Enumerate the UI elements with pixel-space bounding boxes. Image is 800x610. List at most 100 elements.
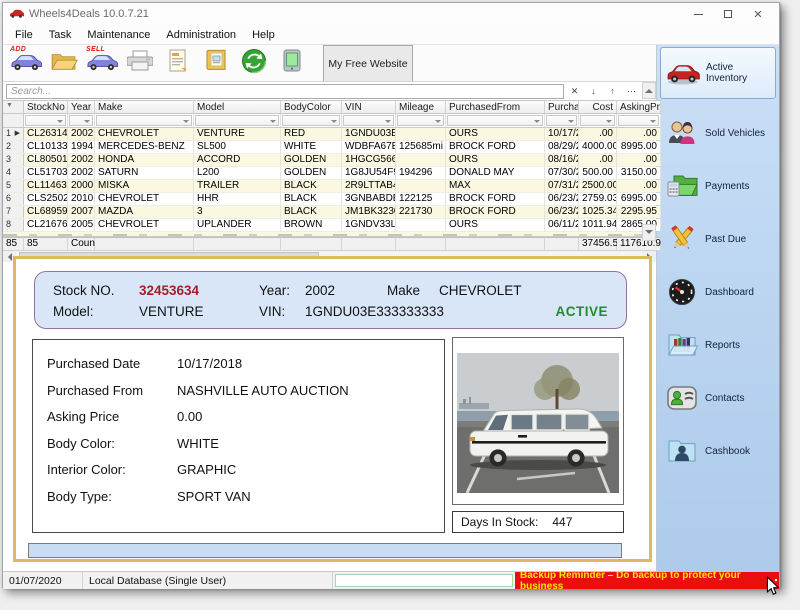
- cell-askingprice[interactable]: 2295.95: [617, 206, 661, 218]
- cell-bodycolor[interactable]: BLACK: [281, 193, 342, 205]
- filter-combo-cost[interactable]: [579, 114, 617, 128]
- table-row[interactable]: 3CL8050102002HONDAACCORDGOLDEN1HGCG56652…: [3, 154, 656, 167]
- cell-purchasedfrom[interactable]: OURS: [446, 128, 545, 140]
- cell-make[interactable]: CHEVROLET: [95, 128, 194, 140]
- sidebar-item-cashbook[interactable]: Cashbook: [660, 429, 776, 473]
- cell-year[interactable]: 2002: [68, 154, 95, 166]
- cell-make[interactable]: HONDA: [95, 154, 194, 166]
- menu-help[interactable]: Help: [244, 27, 283, 43]
- cell-bodycolor[interactable]: GOLDEN: [281, 167, 342, 179]
- scroll-down-button[interactable]: [642, 224, 656, 241]
- cell-stockno[interactable]: CL216762: [24, 219, 68, 231]
- column-header-stockno[interactable]: StockNo: [24, 100, 68, 114]
- cell-vin[interactable]: 1G8JU54F92Y: [342, 167, 396, 179]
- cell-askingprice[interactable]: .00: [617, 128, 661, 140]
- table-row[interactable]: 6CLS250202010CHEVROLETHHRBLACK3GNBABDB1A…: [3, 193, 656, 206]
- cell-purchasedate[interactable]: 06/23/2: [545, 193, 579, 205]
- sidebar-item-reports[interactable]: Reports: [660, 323, 776, 367]
- sell-vehicle-button[interactable]: SELL: [83, 45, 121, 81]
- filter-combo-vin[interactable]: [342, 114, 396, 128]
- cell-cost[interactable]: 1011.94: [579, 219, 617, 231]
- column-header-model[interactable]: Model: [194, 100, 281, 114]
- cell-purchasedate[interactable]: 08/29/2: [545, 141, 579, 153]
- cell-stockno[interactable]: CLS25020: [24, 193, 68, 205]
- column-header-bodycolor[interactable]: BodyColor: [281, 100, 342, 114]
- cell-purchasedfrom[interactable]: DONALD MAY: [446, 167, 545, 179]
- cell-vin[interactable]: WDBFA67E4R: [342, 141, 396, 153]
- filter-combo-purchasedfrom[interactable]: [446, 114, 545, 128]
- column-header-make[interactable]: Make: [95, 100, 194, 114]
- cell-model[interactable]: L200: [194, 167, 281, 179]
- filter-icon[interactable]: ▼: [3, 100, 24, 114]
- cell-mileage[interactable]: [396, 154, 446, 166]
- cell-num[interactable]: 8: [3, 219, 24, 231]
- cell-vin[interactable]: 1GNDV33L85D: [342, 219, 396, 231]
- cell-mileage[interactable]: [396, 128, 446, 140]
- cell-stockno[interactable]: CL263146: [24, 128, 68, 140]
- column-header-vin[interactable]: VIN: [342, 100, 396, 114]
- open-records-button[interactable]: [45, 45, 83, 81]
- cell-cost[interactable]: 2759.03: [579, 193, 617, 205]
- cell-model[interactable]: 3: [194, 206, 281, 218]
- cell-year[interactable]: 1994: [68, 141, 95, 153]
- column-header-mileage[interactable]: Mileage: [396, 100, 446, 114]
- cell-stockno[interactable]: CL805010: [24, 154, 68, 166]
- cell-make[interactable]: MERCEDES-BENZ: [95, 141, 194, 153]
- cell-mileage[interactable]: 221730: [396, 206, 446, 218]
- cell-purchasedfrom[interactable]: BROCK FORD: [446, 141, 545, 153]
- cell-askingprice[interactable]: .00: [617, 154, 661, 166]
- cell-purchasedfrom[interactable]: OURS: [446, 154, 545, 166]
- cell-num[interactable]: 1▶: [3, 128, 24, 140]
- cell-purchasedfrom[interactable]: BROCK FORD: [446, 193, 545, 205]
- cell-askingprice[interactable]: .00: [617, 180, 661, 192]
- menu-task[interactable]: Task: [41, 27, 80, 43]
- cell-model[interactable]: TRAILER: [194, 180, 281, 192]
- cell-mileage[interactable]: [396, 219, 446, 231]
- table-row[interactable]: 4CL5170392002SATURNL200GOLDEN1G8JU54F92Y…: [3, 167, 656, 180]
- search-more-button[interactable]: ⋯: [623, 84, 640, 99]
- cell-year[interactable]: 2002: [68, 128, 95, 140]
- minimize-button[interactable]: [683, 5, 713, 23]
- scroll-up-button[interactable]: [642, 82, 656, 99]
- cell-cost[interactable]: 4000.00: [579, 141, 617, 153]
- search-next-button[interactable]: ↓: [585, 84, 602, 99]
- cell-num[interactable]: 2: [3, 141, 24, 153]
- cell-year[interactable]: 2010: [68, 193, 95, 205]
- menu-administration[interactable]: Administration: [158, 27, 244, 43]
- filter-combo-stockno[interactable]: [24, 114, 68, 128]
- sidebar-item-active-inventory[interactable]: Active Inventory: [660, 47, 776, 99]
- cell-stockno[interactable]: CL517039: [24, 167, 68, 179]
- column-header-purchasedfrom[interactable]: PurchasedFrom: [446, 100, 545, 114]
- cell-purchasedate[interactable]: 10/17/2: [545, 128, 579, 140]
- cell-model[interactable]: ACCORD: [194, 154, 281, 166]
- sidebar-item-sold-vehicles[interactable]: Sold Vehicles: [660, 111, 776, 155]
- cell-mileage[interactable]: [396, 180, 446, 192]
- cell-make[interactable]: CHEVROLET: [95, 219, 194, 231]
- cell-vin[interactable]: 1GNDU03E32D: [342, 128, 396, 140]
- cell-purchasedate[interactable]: 08/16/2: [545, 154, 579, 166]
- cell-askingprice[interactable]: 6995.00: [617, 193, 661, 205]
- cell-model[interactable]: UPLANDER: [194, 219, 281, 231]
- filter-combo-mileage[interactable]: [396, 114, 446, 128]
- cell-cost[interactable]: .00: [579, 128, 617, 140]
- cell-year[interactable]: 2000: [68, 180, 95, 192]
- cell-num[interactable]: 3: [3, 154, 24, 166]
- cell-model[interactable]: SL500: [194, 141, 281, 153]
- table-row[interactable]: 2CL1013361994MERCEDES-BENZSL500WHITEWDBF…: [3, 141, 656, 154]
- cell-year[interactable]: 2005: [68, 219, 95, 231]
- cell-bodycolor[interactable]: BLACK: [281, 206, 342, 218]
- sidebar-item-contacts[interactable]: Contacts: [660, 376, 776, 420]
- cell-bodycolor[interactable]: WHITE: [281, 141, 342, 153]
- sidebar-item-payments[interactable]: Payments: [660, 164, 776, 208]
- my-free-website-button[interactable]: My Free Website: [323, 45, 413, 81]
- cell-vin[interactable]: 1HGCG56652A: [342, 154, 396, 166]
- cell-bodycolor[interactable]: BROWN: [281, 219, 342, 231]
- filter-combo-year[interactable]: [68, 114, 95, 128]
- cell-purchasedfrom[interactable]: MAX: [446, 180, 545, 192]
- cell-purchasedate[interactable]: 07/31/2: [545, 180, 579, 192]
- sidebar-item-past-due[interactable]: Past Due: [660, 217, 776, 261]
- search-input[interactable]: [6, 84, 564, 99]
- cell-stockno[interactable]: CL689599: [24, 206, 68, 218]
- table-row[interactable]: 5CL1146312000MISKATRAILERBLACK2R9LTTAB4Y…: [3, 180, 656, 193]
- menu-file[interactable]: File: [7, 27, 41, 43]
